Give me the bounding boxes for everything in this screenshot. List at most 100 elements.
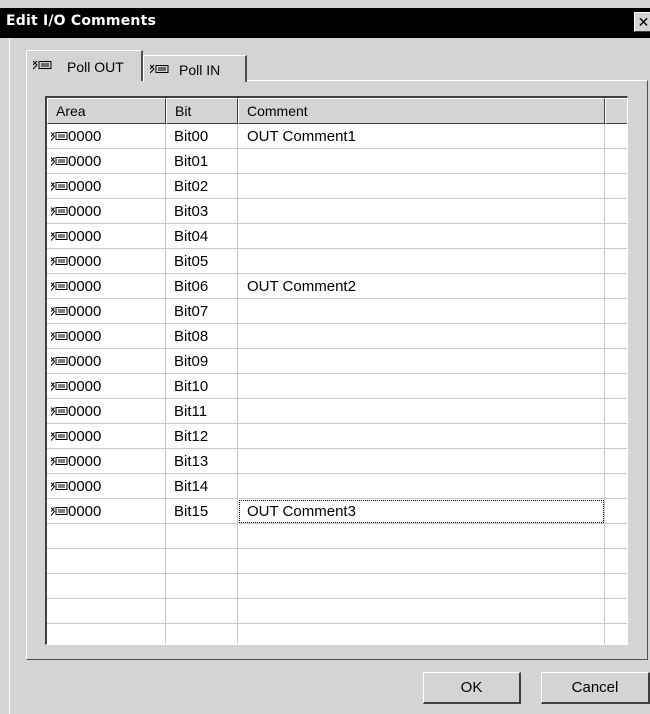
area-cell[interactable] <box>47 624 166 644</box>
area-cell[interactable]: 0000 <box>47 349 166 374</box>
table-row[interactable]: 0000 Bit01 <box>47 149 627 174</box>
table-row[interactable]: 0000 Bit10 <box>47 374 627 399</box>
area-cell[interactable]: 0000 <box>47 124 166 149</box>
comment-cell[interactable] <box>238 324 605 349</box>
close-button[interactable]: ✕ <box>634 12 650 32</box>
area-cell[interactable]: 0000 <box>47 274 166 299</box>
comment-cell[interactable] <box>238 474 605 499</box>
bit-cell[interactable] <box>166 624 238 644</box>
bit-cell[interactable] <box>166 524 238 549</box>
comment-cell[interactable] <box>238 249 605 274</box>
comment-cell[interactable] <box>238 349 605 374</box>
area-cell[interactable] <box>47 524 166 549</box>
area-cell[interactable] <box>47 549 166 574</box>
filler-cell <box>605 324 627 349</box>
comment-cell[interactable]: OUT Comment1 <box>238 124 605 149</box>
bit-cell[interactable]: Bit00 <box>166 124 238 149</box>
comment-cell[interactable] <box>238 624 605 644</box>
bit-cell[interactable]: Bit02 <box>166 174 238 199</box>
filler-cell <box>605 599 627 624</box>
comment-cell[interactable] <box>238 574 605 599</box>
table-row[interactable]: 0000 Bit14 <box>47 474 627 499</box>
tab-label: Poll OUT <box>67 59 124 75</box>
tab-poll-out[interactable]: Poll OUT <box>26 50 143 81</box>
comment-cell[interactable] <box>238 299 605 324</box>
column-header-comment[interactable]: Comment <box>238 98 605 124</box>
bit-cell[interactable] <box>166 549 238 574</box>
table-row[interactable]: 0000 Bit13 <box>47 449 627 474</box>
area-cell[interactable]: 0000 <box>47 324 166 349</box>
bit-cell[interactable] <box>166 574 238 599</box>
area-cell[interactable]: 0000 <box>47 474 166 499</box>
comment-cell[interactable]: OUT Comment3 <box>238 499 605 524</box>
area-cell[interactable]: 0000 <box>47 249 166 274</box>
area-cell[interactable]: 0000 <box>47 449 166 474</box>
comment-cell[interactable] <box>238 374 605 399</box>
io-connector-icon <box>51 257 68 266</box>
table-row[interactable]: 0000 Bit15 OUT Comment3 <box>47 499 627 524</box>
title-bar[interactable]: Edit I/O Comments ✕ <box>0 8 650 38</box>
area-cell[interactable]: 0000 <box>47 499 166 524</box>
comment-cell[interactable] <box>238 199 605 224</box>
cancel-button[interactable]: Cancel <box>541 672 650 704</box>
bit-cell[interactable]: Bit01 <box>166 149 238 174</box>
comment-cell[interactable] <box>238 399 605 424</box>
comment-cell[interactable] <box>238 224 605 249</box>
comment-cell[interactable] <box>238 149 605 174</box>
table-row[interactable]: 0000 Bit05 <box>47 249 627 274</box>
comment-cell[interactable] <box>238 449 605 474</box>
filler-cell <box>605 299 627 324</box>
bit-cell[interactable]: Bit07 <box>166 299 238 324</box>
bit-cell[interactable]: Bit10 <box>166 374 238 399</box>
column-header-area[interactable]: Area <box>47 98 166 124</box>
table-row[interactable]: 0000 Bit09 <box>47 349 627 374</box>
table-row[interactable]: 0000 Bit06 OUT Comment2 <box>47 274 627 299</box>
table-row[interactable]: 0000 Bit07 <box>47 299 627 324</box>
bit-cell[interactable]: Bit06 <box>166 274 238 299</box>
bit-cell[interactable]: Bit04 <box>166 224 238 249</box>
area-cell[interactable]: 0000 <box>47 224 166 249</box>
table-row[interactable]: 0000 Bit08 <box>47 324 627 349</box>
area-cell[interactable]: 0000 <box>47 374 166 399</box>
table-row[interactable]: 0000 Bit00 OUT Comment1 <box>47 124 627 149</box>
comment-cell[interactable] <box>238 424 605 449</box>
comment-cell[interactable]: OUT Comment2 <box>238 274 605 299</box>
table-row[interactable]: 0000 Bit04 <box>47 224 627 249</box>
table-row[interactable]: 0000 Bit03 <box>47 199 627 224</box>
comment-cell[interactable] <box>238 524 605 549</box>
area-cell[interactable]: 0000 <box>47 399 166 424</box>
bit-cell[interactable]: Bit13 <box>166 449 238 474</box>
area-cell[interactable]: 0000 <box>47 149 166 174</box>
bit-cell[interactable] <box>166 599 238 624</box>
area-cell[interactable]: 0000 <box>47 299 166 324</box>
table-row[interactable] <box>47 624 627 644</box>
table-row[interactable] <box>47 599 627 624</box>
comment-cell[interactable] <box>238 174 605 199</box>
area-cell[interactable]: 0000 <box>47 174 166 199</box>
comment-cell[interactable] <box>238 599 605 624</box>
column-header-bit[interactable]: Bit <box>166 98 238 124</box>
bit-cell[interactable]: Bit03 <box>166 199 238 224</box>
table-row[interactable]: 0000 Bit11 <box>47 399 627 424</box>
comment-cell[interactable] <box>238 549 605 574</box>
bit-cell[interactable]: Bit14 <box>166 474 238 499</box>
table-row[interactable]: 0000 Bit12 <box>47 424 627 449</box>
tab-poll-in[interactable]: Poll IN <box>143 55 247 82</box>
area-cell[interactable]: 0000 <box>47 424 166 449</box>
area-cell[interactable] <box>47 599 166 624</box>
table-row[interactable]: 0000 Bit02 <box>47 174 627 199</box>
area-cell[interactable] <box>47 574 166 599</box>
comments-grid[interactable]: Area Bit Comment 0000 Bit00 OUT Comment1 00… <box>45 96 628 645</box>
bit-cell[interactable]: Bit05 <box>166 249 238 274</box>
ok-button[interactable]: OK <box>423 672 521 704</box>
table-row[interactable] <box>47 574 627 599</box>
table-row[interactable] <box>47 524 627 549</box>
bit-cell[interactable]: Bit09 <box>166 349 238 374</box>
area-cell[interactable]: 0000 <box>47 199 166 224</box>
table-row[interactable] <box>47 549 627 574</box>
io-connector-icon <box>51 432 68 441</box>
bit-cell[interactable]: Bit08 <box>166 324 238 349</box>
bit-cell[interactable]: Bit12 <box>166 424 238 449</box>
bit-cell[interactable]: Bit15 <box>166 499 238 524</box>
bit-cell[interactable]: Bit11 <box>166 399 238 424</box>
